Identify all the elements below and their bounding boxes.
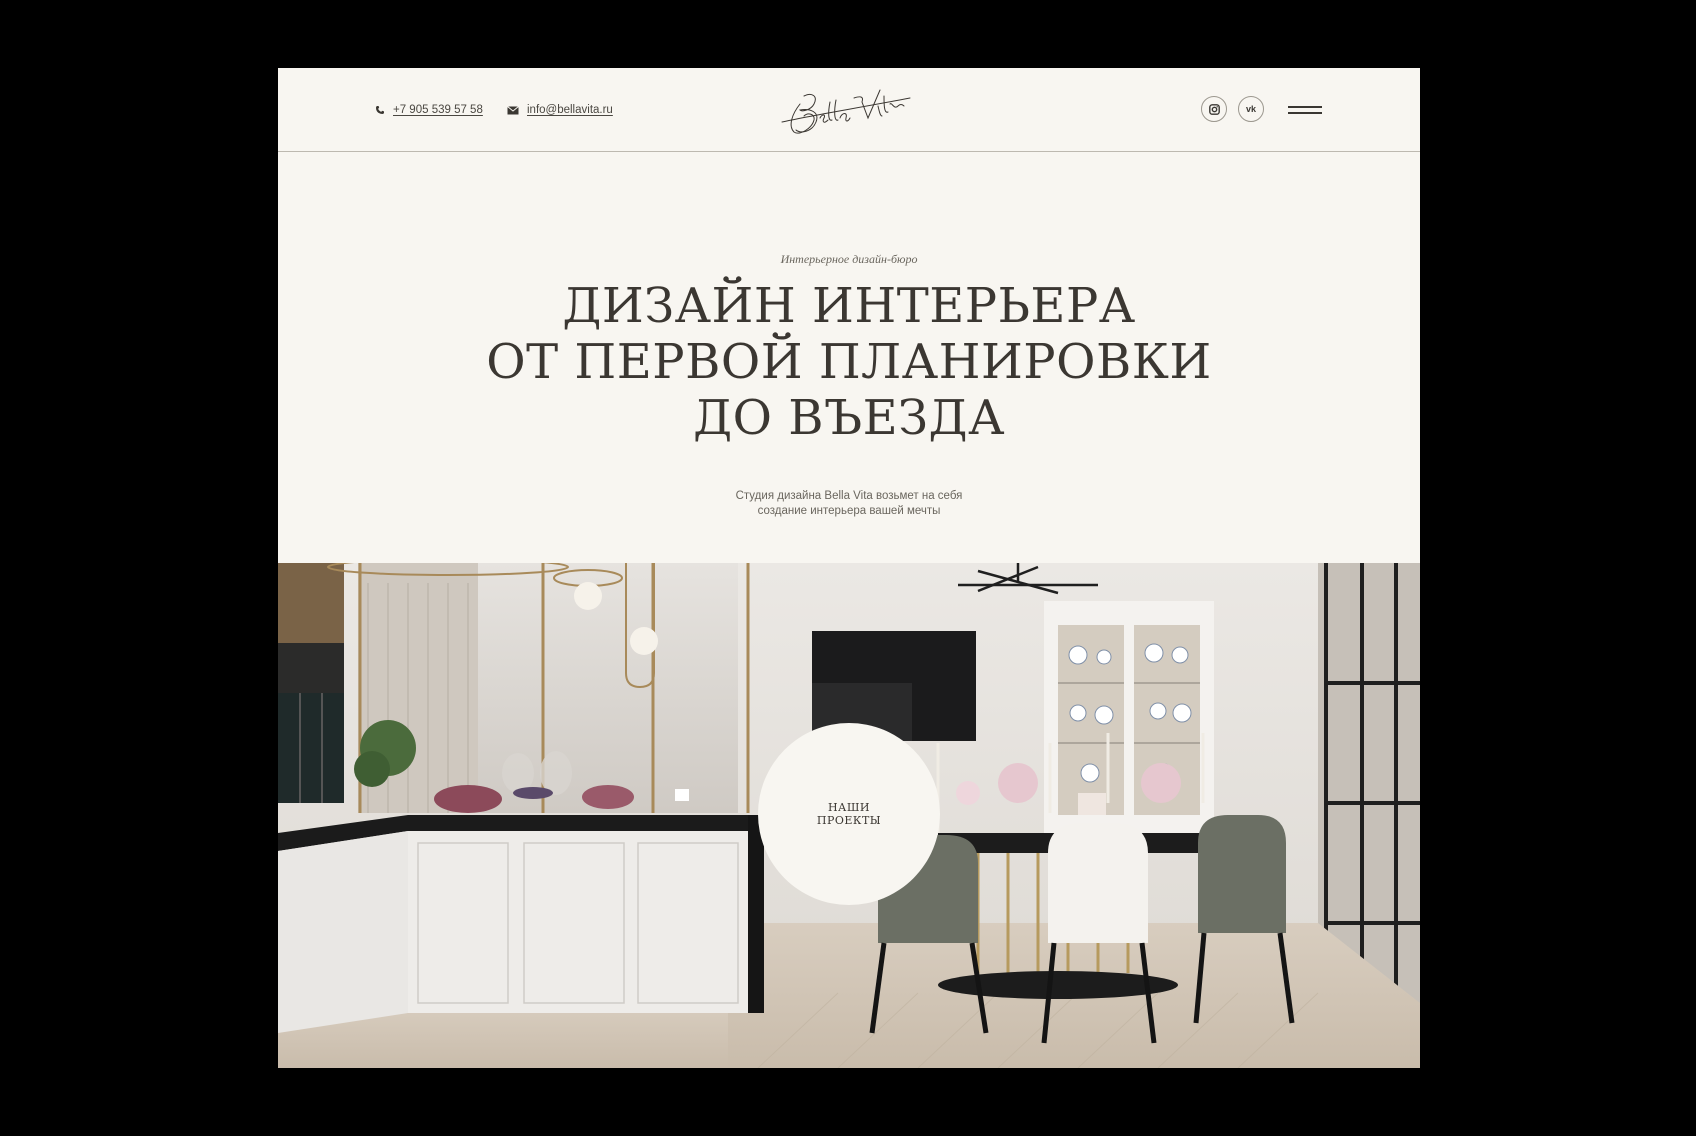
headline-line-1: ДИЗАЙН ИНТЕРЬЕРА — [562, 278, 1136, 334]
phone-number[interactable]: +7 905 539 57 58 — [393, 104, 483, 116]
projects-button-line-2: ПРОЕКТЫ — [816, 814, 882, 827]
mail-icon — [507, 105, 519, 114]
hero-lead: Студия дизайна Bella Vita возьмет на себ… — [278, 489, 1420, 519]
instagram-icon — [1208, 103, 1220, 115]
lead-line-2: создание интерьера вашей мечты — [757, 505, 941, 517]
phone-icon — [376, 106, 384, 114]
hero-headline: ДИЗАЙН ИНТЕРЬЕРА ОТ ПЕРВОЙ ПЛАНИРОВКИ ДО… — [278, 278, 1420, 446]
headline-line-2: ОТ ПЕРВОЙ ПЛАНИРОВКИ — [486, 334, 1212, 390]
our-projects-button[interactable]: НАШИ ПРОЕКТЫ — [758, 723, 940, 905]
email-link[interactable]: info@bellavita.ru — [507, 104, 613, 116]
projects-button-line-1: НАШИ — [827, 801, 871, 814]
headline-line-3: ДО ВЪЕЗДА — [693, 390, 1005, 446]
instagram-link[interactable] — [1201, 96, 1227, 122]
phone-link[interactable]: +7 905 539 57 58 — [375, 104, 483, 116]
vk-icon: vk — [1245, 104, 1256, 114]
hero-eyebrow: Интерьерное дизайн-бюро — [780, 252, 918, 266]
vk-link[interactable]: vk — [1238, 96, 1264, 122]
hamburger-line — [1288, 106, 1322, 108]
email-address[interactable]: info@bellavita.ru — [527, 104, 613, 116]
site-header: +7 905 539 57 58 info@bellavita.ru vk — [278, 68, 1420, 152]
bella-vita-logo[interactable] — [778, 82, 918, 140]
logo-signature — [781, 89, 911, 134]
hamburger-line — [1288, 112, 1322, 114]
landing-page: +7 905 539 57 58 info@bellavita.ru vk Ин… — [278, 68, 1420, 1068]
lead-line-1: Студия дизайна Bella Vita возьмет на себ… — [735, 490, 963, 502]
hamburger-menu-button[interactable] — [1288, 104, 1322, 116]
